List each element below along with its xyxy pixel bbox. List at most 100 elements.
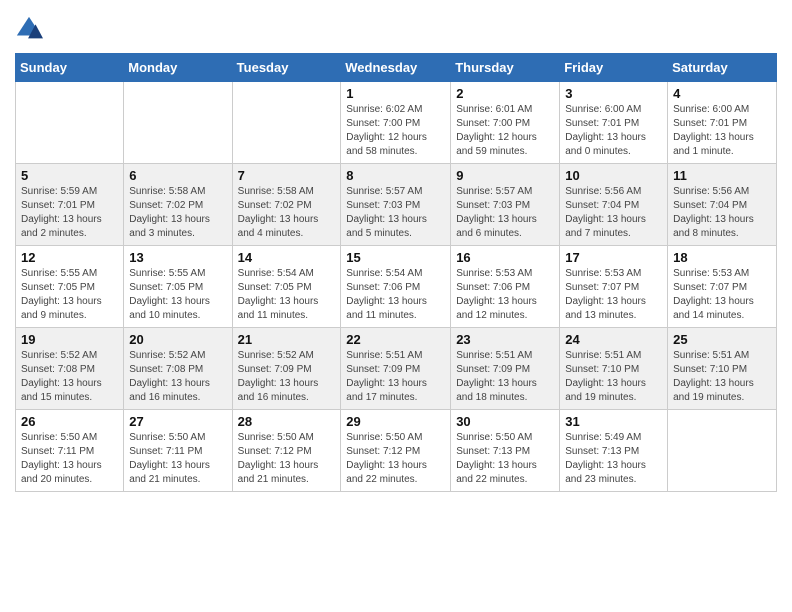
- day-number: 3: [565, 86, 662, 101]
- day-number: 1: [346, 86, 445, 101]
- weekday-header: Tuesday: [232, 54, 341, 82]
- calendar-day-cell: 25 Sunrise: 5:51 AMSunset: 7:10 PMDayligh…: [668, 328, 777, 410]
- calendar-day-cell: 18Sunrise: 5:53 AMSunset: 7:07 PMDayligh…: [668, 246, 777, 328]
- calendar-day-cell: 15 Sunrise: 5:54 AMSunset: 7:06 PMDayligh…: [341, 246, 451, 328]
- day-number: 6: [129, 168, 226, 183]
- day-number: 27: [129, 414, 226, 429]
- day-number: 22: [346, 332, 445, 347]
- day-number: 9: [456, 168, 554, 183]
- day-number: 25: [673, 332, 771, 347]
- calendar-day-cell: 14 Sunrise: 5:54 AMSunset: 7:05 PMDayligh…: [232, 246, 341, 328]
- calendar-day-cell: 30 Sunrise: 5:50 AMSunset: 7:13 PMDayligh…: [451, 410, 560, 492]
- calendar-day-cell: 23 Sunrise: 5:51 AMSunset: 7:09 PMDayligh…: [451, 328, 560, 410]
- logo: [15, 15, 47, 43]
- day-number: 2: [456, 86, 554, 101]
- weekday-header: Monday: [124, 54, 232, 82]
- day-info: Sunrise: 5:52 AMSunset: 7:09 PMDaylight:…: [238, 349, 336, 405]
- calendar-day-cell: 21 Sunrise: 5:52 AMSunset: 7:09 PMDayligh…: [232, 328, 341, 410]
- page-header: [15, 15, 777, 43]
- day-info: Sunrise: 5:56 AMSunset: 7:04 PMDaylight:…: [673, 185, 771, 241]
- day-info: Sunrise: 5:51 AMSunset: 7:10 PMDaylight:…: [565, 349, 662, 405]
- day-info: Sunrise: 5:51 AMSunset: 7:09 PMDaylight:…: [346, 349, 445, 405]
- day-number: 5: [21, 168, 118, 183]
- calendar-day-cell: 1 Sunrise: 6:02 AMSunset: 7:00 PMDaylight…: [341, 82, 451, 164]
- day-info: Sunrise: 6:02 AMSunset: 7:00 PMDaylight:…: [346, 103, 445, 159]
- day-number: 30: [456, 414, 554, 429]
- calendar-day-cell: 22 Sunrise: 5:51 AMSunset: 7:09 PMDayligh…: [341, 328, 451, 410]
- day-info: Sunrise: 5:55 AMSunset: 7:05 PMDaylight:…: [21, 267, 118, 323]
- weekday-header: Sunday: [16, 54, 124, 82]
- day-number: 11: [673, 168, 771, 183]
- calendar-day-cell: 13 Sunrise: 5:55 AMSunset: 7:05 PMDayligh…: [124, 246, 232, 328]
- day-info: Sunrise: 5:50 AMSunset: 7:12 PMDaylight:…: [346, 431, 445, 487]
- calendar-day-cell: 17 Sunrise: 5:53 AMSunset: 7:07 PMDayligh…: [560, 246, 668, 328]
- day-number: 10: [565, 168, 662, 183]
- day-number: 24: [565, 332, 662, 347]
- weekday-header-row: SundayMondayTuesdayWednesdayThursdayFrid…: [16, 54, 777, 82]
- day-info: Sunrise: 5:51 AMSunset: 7:09 PMDaylight:…: [456, 349, 554, 405]
- day-info: Sunrise: 5:49 AMSunset: 7:13 PMDaylight:…: [565, 431, 662, 487]
- logo-icon: [15, 15, 43, 43]
- day-info: Sunrise: 6:00 AMSunset: 7:01 PMDaylight:…: [565, 103, 662, 159]
- day-info: Sunrise: 5:50 AMSunset: 7:12 PMDaylight:…: [238, 431, 336, 487]
- day-info: Sunrise: 5:56 AMSunset: 7:04 PMDaylight:…: [565, 185, 662, 241]
- day-number: 21: [238, 332, 336, 347]
- day-info: Sunrise: 5:54 AMSunset: 7:06 PMDaylight:…: [346, 267, 445, 323]
- day-info: Sunrise: 5:57 AMSunset: 7:03 PMDaylight:…: [346, 185, 445, 241]
- day-number: 31: [565, 414, 662, 429]
- day-info: Sunrise: 5:55 AMSunset: 7:05 PMDaylight:…: [129, 267, 226, 323]
- calendar-day-cell: [16, 82, 124, 164]
- day-info: Sunrise: 6:01 AMSunset: 7:00 PMDaylight:…: [456, 103, 554, 159]
- day-number: 4: [673, 86, 771, 101]
- day-number: 17: [565, 250, 662, 265]
- calendar-day-cell: 9 Sunrise: 5:57 AMSunset: 7:03 PMDaylight…: [451, 164, 560, 246]
- calendar-day-cell: [668, 410, 777, 492]
- day-number: 19: [21, 332, 118, 347]
- calendar-table: SundayMondayTuesdayWednesdayThursdayFrid…: [15, 53, 777, 492]
- day-info: Sunrise: 5:51 AMSunset: 7:10 PMDaylight:…: [673, 349, 771, 405]
- day-info: Sunrise: 5:53 AMSunset: 7:07 PMDaylight:…: [565, 267, 662, 323]
- weekday-header: Friday: [560, 54, 668, 82]
- calendar-day-cell: 19 Sunrise: 5:52 AMSunset: 7:08 PMDayligh…: [16, 328, 124, 410]
- calendar-day-cell: 16Sunrise: 5:53 AMSunset: 7:06 PMDayligh…: [451, 246, 560, 328]
- day-info: Sunrise: 5:58 AMSunset: 7:02 PMDaylight:…: [129, 185, 226, 241]
- weekday-header: Wednesday: [341, 54, 451, 82]
- calendar-day-cell: 31 Sunrise: 5:49 AMSunset: 7:13 PMDayligh…: [560, 410, 668, 492]
- calendar-week-row: 19 Sunrise: 5:52 AMSunset: 7:08 PMDayligh…: [16, 328, 777, 410]
- day-number: 12: [21, 250, 118, 265]
- calendar-day-cell: 28 Sunrise: 5:50 AMSunset: 7:12 PMDayligh…: [232, 410, 341, 492]
- calendar-day-cell: 3 Sunrise: 6:00 AMSunset: 7:01 PMDaylight…: [560, 82, 668, 164]
- day-info: Sunrise: 5:52 AMSunset: 7:08 PMDaylight:…: [21, 349, 118, 405]
- day-info: Sunrise: 5:58 AMSunset: 7:02 PMDaylight:…: [238, 185, 336, 241]
- calendar-day-cell: 10 Sunrise: 5:56 AMSunset: 7:04 PMDayligh…: [560, 164, 668, 246]
- calendar-day-cell: 26 Sunrise: 5:50 AMSunset: 7:11 PMDayligh…: [16, 410, 124, 492]
- day-number: 7: [238, 168, 336, 183]
- day-number: 20: [129, 332, 226, 347]
- calendar-day-cell: 24 Sunrise: 5:51 AMSunset: 7:10 PMDayligh…: [560, 328, 668, 410]
- day-info: Sunrise: 5:50 AMSunset: 7:11 PMDaylight:…: [129, 431, 226, 487]
- weekday-header: Saturday: [668, 54, 777, 82]
- day-number: 15: [346, 250, 445, 265]
- day-number: 23: [456, 332, 554, 347]
- day-info: Sunrise: 5:59 AMSunset: 7:01 PMDaylight:…: [21, 185, 118, 241]
- calendar-day-cell: 2 Sunrise: 6:01 AMSunset: 7:00 PMDaylight…: [451, 82, 560, 164]
- calendar-day-cell: [124, 82, 232, 164]
- day-number: 29: [346, 414, 445, 429]
- calendar-week-row: 5 Sunrise: 5:59 AMSunset: 7:01 PMDaylight…: [16, 164, 777, 246]
- day-info: Sunrise: 5:57 AMSunset: 7:03 PMDaylight:…: [456, 185, 554, 241]
- calendar-day-cell: 6 Sunrise: 5:58 AMSunset: 7:02 PMDaylight…: [124, 164, 232, 246]
- day-number: 26: [21, 414, 118, 429]
- day-number: 28: [238, 414, 336, 429]
- day-info: Sunrise: 5:50 AMSunset: 7:11 PMDaylight:…: [21, 431, 118, 487]
- calendar-day-cell: 20Sunrise: 5:52 AMSunset: 7:08 PMDayligh…: [124, 328, 232, 410]
- calendar-day-cell: 11 Sunrise: 5:56 AMSunset: 7:04 PMDayligh…: [668, 164, 777, 246]
- day-number: 13: [129, 250, 226, 265]
- day-info: Sunrise: 5:50 AMSunset: 7:13 PMDaylight:…: [456, 431, 554, 487]
- day-info: Sunrise: 5:54 AMSunset: 7:05 PMDaylight:…: [238, 267, 336, 323]
- calendar-day-cell: 4Sunrise: 6:00 AMSunset: 7:01 PMDaylight…: [668, 82, 777, 164]
- calendar-day-cell: 7 Sunrise: 5:58 AMSunset: 7:02 PMDaylight…: [232, 164, 341, 246]
- day-info: Sunrise: 5:53 AMSunset: 7:06 PMDaylight:…: [456, 267, 554, 323]
- calendar-body: 1 Sunrise: 6:02 AMSunset: 7:00 PMDaylight…: [16, 82, 777, 492]
- calendar-day-cell: 8Sunrise: 5:57 AMSunset: 7:03 PMDaylight…: [341, 164, 451, 246]
- day-number: 14: [238, 250, 336, 265]
